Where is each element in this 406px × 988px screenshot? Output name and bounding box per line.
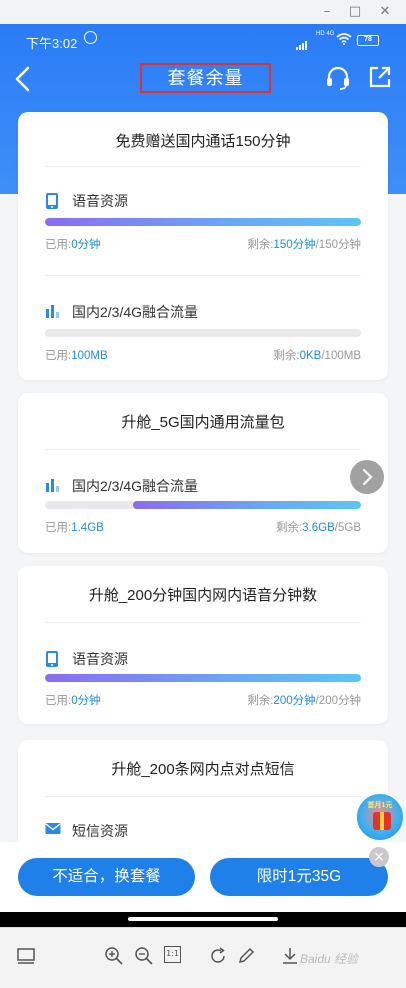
plan-card-title: 免费赠送国内通话150分钟 bbox=[115, 133, 291, 150]
usage-progress-fill bbox=[133, 501, 361, 509]
resource-item: 短信资源 bbox=[45, 820, 361, 844]
phone-icon bbox=[46, 193, 58, 209]
usage-progress-bar bbox=[45, 501, 361, 509]
back-icon[interactable] bbox=[12, 66, 34, 92]
usage-progress-bar bbox=[45, 674, 361, 682]
remaining-amount: 剩余:150分钟/150分钟 bbox=[247, 239, 361, 251]
customer-service-icon[interactable] bbox=[325, 65, 351, 91]
maximize-button[interactable]: □ bbox=[347, 4, 363, 20]
resource-name: 国内2/3/4G融合流量 bbox=[72, 304, 199, 320]
gift-icon bbox=[373, 812, 391, 830]
usage-progress-fill bbox=[45, 674, 361, 682]
divider bbox=[45, 166, 361, 167]
data-bars-icon bbox=[46, 479, 59, 492]
next-arrow-button[interactable] bbox=[350, 460, 384, 494]
share-icon[interactable] bbox=[368, 65, 392, 89]
remaining-amount: 剩余:200分钟/200分钟 bbox=[247, 695, 361, 707]
chevron-right-icon bbox=[362, 468, 373, 486]
plan-card: 升舱_5G国内通用流量包 国内2/3/4G融合流量 已用:1.4GB 剩余:3.… bbox=[18, 393, 388, 553]
divider bbox=[45, 796, 361, 797]
change-plan-button[interactable]: 不适合，换套餐 bbox=[18, 858, 195, 896]
close-promo-icon[interactable]: × bbox=[369, 847, 389, 867]
resource-item: 语音资源 已用:0分钟 剩余:150分钟/150分钟 bbox=[45, 190, 361, 251]
plan-card: 免费赠送国内通话150分钟 语音资源 已用:0分钟 剩余:150分钟/150分钟… bbox=[18, 112, 388, 380]
data-bars-icon bbox=[46, 305, 59, 318]
plan-card: 升舱_200分钟国内网内语音分钟数 语音资源 已用:0分钟 剩余:200分钟/2… bbox=[18, 566, 388, 724]
divider bbox=[45, 275, 361, 276]
usage-progress-fill bbox=[45, 218, 361, 226]
plan-card-title: 升舱_5G国内通用流量包 bbox=[121, 414, 285, 431]
resource-name: 短信资源 bbox=[72, 823, 128, 839]
remaining-amount: 剩余:0KB/100MB bbox=[273, 350, 361, 362]
plan-card-title: 升舱_200分钟国内网内语音分钟数 bbox=[88, 587, 318, 604]
used-amount: 已用:0分钟 bbox=[45, 695, 101, 707]
used-amount: 已用:1.4GB bbox=[45, 522, 104, 534]
actual-size-button[interactable]: 1:1 bbox=[164, 946, 181, 963]
resource-item: 国内2/3/4G融合流量 已用:100MB 剩余:0KB/100MB bbox=[45, 301, 361, 362]
phone-icon bbox=[46, 651, 58, 667]
home-indicator[interactable] bbox=[128, 917, 278, 921]
thumbnail-view-icon[interactable] bbox=[16, 946, 36, 966]
promo-float-badge[interactable]: 首月1元 bbox=[355, 792, 405, 842]
wifi-icon bbox=[336, 33, 352, 45]
alarm-icon bbox=[84, 31, 97, 44]
window-titlebar: – □ ✕ bbox=[0, 0, 406, 24]
resource-item: 国内2/3/4G融合流量 已用:1.4GB 剩余:3.6GB/5GB bbox=[45, 475, 361, 535]
edit-pencil-icon[interactable] bbox=[236, 946, 256, 966]
viewer-toolbar: 1:1 Baidu 经验 bbox=[0, 927, 406, 988]
used-amount: 已用:100MB bbox=[45, 350, 108, 362]
usage-progress-bar bbox=[45, 329, 361, 337]
plan-card-title: 升舱_200条网内点对点短信 bbox=[111, 761, 295, 778]
bottom-action-bar: 不适合，换套餐 限时1元35G bbox=[0, 842, 406, 912]
signal-icon bbox=[296, 35, 308, 50]
resource-name: 国内2/3/4G融合流量 bbox=[72, 478, 199, 494]
network-type: HD 4G bbox=[316, 31, 335, 37]
minimize-button[interactable]: – bbox=[319, 4, 335, 20]
battery-icon: 78 bbox=[357, 35, 379, 46]
resource-name: 语音资源 bbox=[72, 193, 128, 209]
watermark-text: Baidu 经验 bbox=[300, 952, 359, 966]
status-time: 下午3:02 bbox=[26, 36, 78, 51]
remaining-amount: 剩余:3.6GB/5GB bbox=[275, 522, 361, 534]
promo-float-text: 首月1元 bbox=[367, 802, 393, 809]
download-icon[interactable] bbox=[280, 946, 300, 966]
envelope-icon bbox=[45, 823, 61, 834]
divider bbox=[45, 449, 361, 450]
usage-progress-bar bbox=[45, 218, 361, 226]
zoom-in-icon[interactable] bbox=[104, 946, 124, 966]
resource-name: 语音资源 bbox=[72, 651, 128, 667]
close-window-button[interactable]: ✕ bbox=[377, 4, 393, 20]
status-bar: 下午3:02 HD 4G 78 bbox=[0, 24, 406, 56]
rotate-icon[interactable] bbox=[208, 946, 228, 966]
resource-item: 语音资源 已用:0分钟 剩余:200分钟/200分钟 bbox=[45, 648, 361, 708]
gesture-bar bbox=[0, 912, 406, 927]
divider bbox=[45, 622, 361, 623]
used-amount: 已用:0分钟 bbox=[45, 239, 101, 251]
navigation-bar: 套餐余量 bbox=[0, 60, 406, 100]
zoom-out-icon[interactable] bbox=[134, 946, 154, 966]
page-title: 套餐余量 bbox=[140, 63, 271, 93]
promo-offer-button[interactable]: 限时1元35G bbox=[210, 858, 388, 896]
